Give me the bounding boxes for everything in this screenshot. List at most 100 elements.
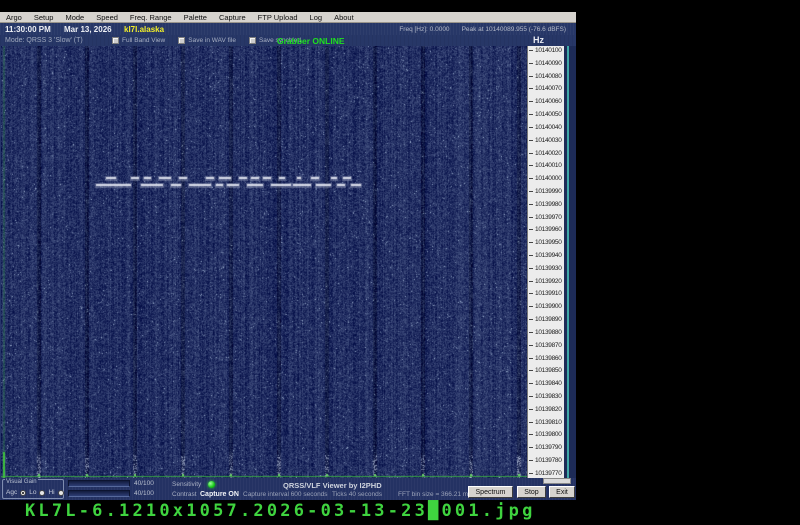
menu-item[interactable]: Capture [213, 12, 252, 23]
tick-mark [529, 62, 533, 64]
checkbox-item: Full Band View [112, 36, 165, 44]
frequency-label: 10139850 [535, 367, 562, 375]
sensitivity-value: 40/100 [134, 480, 154, 487]
checkbox[interactable] [248, 36, 256, 44]
frequency-tick-row: 10139770 [529, 470, 564, 477]
contrast-slider[interactable] [68, 490, 130, 497]
frequency-tick-row: 10140050 [529, 111, 564, 118]
tick-mark [529, 75, 533, 77]
tick-mark [529, 190, 533, 192]
tick-mark [529, 306, 533, 308]
sensitivity-label: Sensitivity [172, 481, 202, 488]
ticks-info: Ticks 40 seconds [332, 491, 382, 498]
frequency-label: 10140050 [535, 111, 562, 119]
frequency-label: 10139990 [535, 187, 562, 195]
frequency-tick-row: 10139930 [529, 265, 564, 272]
frequency-tick-row: 10139840 [529, 380, 564, 387]
frequency-label: 10140080 [535, 72, 562, 80]
frequency-tick-row: 10139900 [529, 303, 564, 310]
tick-mark [529, 126, 533, 128]
menu-item[interactable]: Argo [0, 12, 28, 23]
agc-label: Agc [6, 489, 18, 496]
mode-row: Mode: QRSS 3 'Slow' (T) Full Band View S… [0, 35, 576, 46]
tick-mark [529, 50, 533, 51]
frequency-tick-row: 10139890 [529, 316, 564, 323]
right-scrollbar-strip[interactable] [564, 46, 576, 478]
frequency-tick-row: 10139800 [529, 431, 564, 438]
lo-label: Lo [29, 489, 37, 496]
capture-interval: Capture interval 600 seconds [243, 491, 328, 498]
frequency-tick-row: 10139990 [529, 188, 564, 195]
menu-item[interactable]: Palette [178, 12, 213, 23]
agc-radio[interactable] [20, 489, 27, 496]
tick-mark [529, 139, 533, 141]
frequency-label: 10139790 [535, 444, 562, 452]
menu-item[interactable]: Mode [59, 12, 90, 23]
sensitivity-slider[interactable] [68, 480, 130, 487]
menu-item[interactable]: Setup [28, 12, 60, 23]
frequency-label: 10139830 [535, 392, 562, 400]
menu-item[interactable]: FTP Upload [252, 12, 304, 23]
hi-radio[interactable] [57, 489, 64, 496]
frequency-tick-row: 10139790 [529, 444, 564, 451]
spectrogram-canvas[interactable] [1, 46, 527, 478]
sensitivity-slider-row: 40/100 [68, 480, 154, 487]
status-row: 11:30:00 PM Mar 13, 2026 kl7l.alaska Fre… [0, 23, 576, 35]
frequency-label: 10140000 [535, 175, 562, 183]
control-bar: Visual Gain Agc Lo Hi 40/100 40/100 Sens… [0, 478, 576, 500]
menu-item[interactable]: Speed [90, 12, 124, 23]
lo-radio[interactable] [39, 489, 46, 496]
filename-caption: KL7L-6.1210x1057.2026-03-13-23█001.jpg [25, 501, 536, 521]
frequency-tick-row: 10140070 [529, 85, 564, 92]
frequency-label: 10140010 [535, 162, 562, 170]
frequency-tick-row: 10140090 [529, 60, 564, 67]
frequency-label: 10139960 [535, 226, 562, 234]
tick-mark [529, 267, 533, 269]
checkbox[interactable] [112, 36, 119, 44]
tick-mark [529, 293, 533, 295]
tick-mark [529, 255, 533, 256]
spectrum-button[interactable]: Spectrum [468, 486, 513, 498]
scale-scrollbar-end[interactable] [543, 478, 571, 484]
frequency-label: 10139780 [535, 457, 562, 464]
stop-button[interactable]: Stop [517, 486, 546, 498]
checkbox[interactable] [178, 36, 186, 44]
frequency-label: 10139950 [535, 239, 562, 247]
frequency-tick-row: 10140030 [529, 137, 564, 144]
tick-mark [529, 460, 533, 461]
tick-mark [529, 395, 533, 397]
frequency-tick-row: 10139920 [529, 278, 564, 285]
frequency-label: 10140070 [535, 85, 562, 93]
scale-unit-label: Hz [533, 35, 544, 45]
tick-mark [529, 370, 533, 372]
exit-button[interactable]: Exit [549, 486, 575, 498]
frequency-tick-row: 10139910 [529, 290, 564, 297]
tick-mark [529, 319, 533, 321]
tick-mark [529, 88, 533, 90]
tick-mark [529, 447, 533, 449]
menu-item[interactable]: Freq. Range [124, 12, 178, 23]
frequency-tick-row: 10140020 [529, 150, 564, 157]
tick-mark [529, 344, 533, 346]
frequency-tick-row: 10139820 [529, 406, 564, 413]
menu-item[interactable]: Log [304, 12, 329, 23]
menu-bar: Argo Setup Mode Speed Freq. Range Palette Capt… [0, 12, 576, 23]
frequency-tick-row: 10139970 [529, 214, 564, 221]
tick-mark [529, 280, 533, 282]
frequency-label: 10139820 [535, 405, 562, 413]
frequency-label: 10140090 [535, 59, 562, 67]
peak-readout: Peak at 10140089.955 (-76.6 dBFS) [461, 25, 566, 33]
frequency-label: 10140030 [535, 136, 562, 144]
menu-item[interactable]: About [328, 12, 360, 23]
agc-radio-row: Agc Lo Hi [6, 489, 64, 496]
slider-stack: 40/100 40/100 [68, 480, 154, 497]
callsign-label: kl7l.alaska [124, 25, 165, 34]
tick-mark [529, 408, 533, 410]
visual-gain-title: Visual Gain [5, 479, 38, 485]
checkbox-item: Save in WAV file [178, 36, 236, 44]
frequency-tick-row: 10139880 [529, 329, 564, 336]
tick-mark [529, 165, 533, 167]
freq-readout: Freq [Hz]: 0.0000 [399, 25, 450, 33]
contrast-label: Contrast [172, 491, 197, 498]
tick-mark [529, 434, 533, 436]
